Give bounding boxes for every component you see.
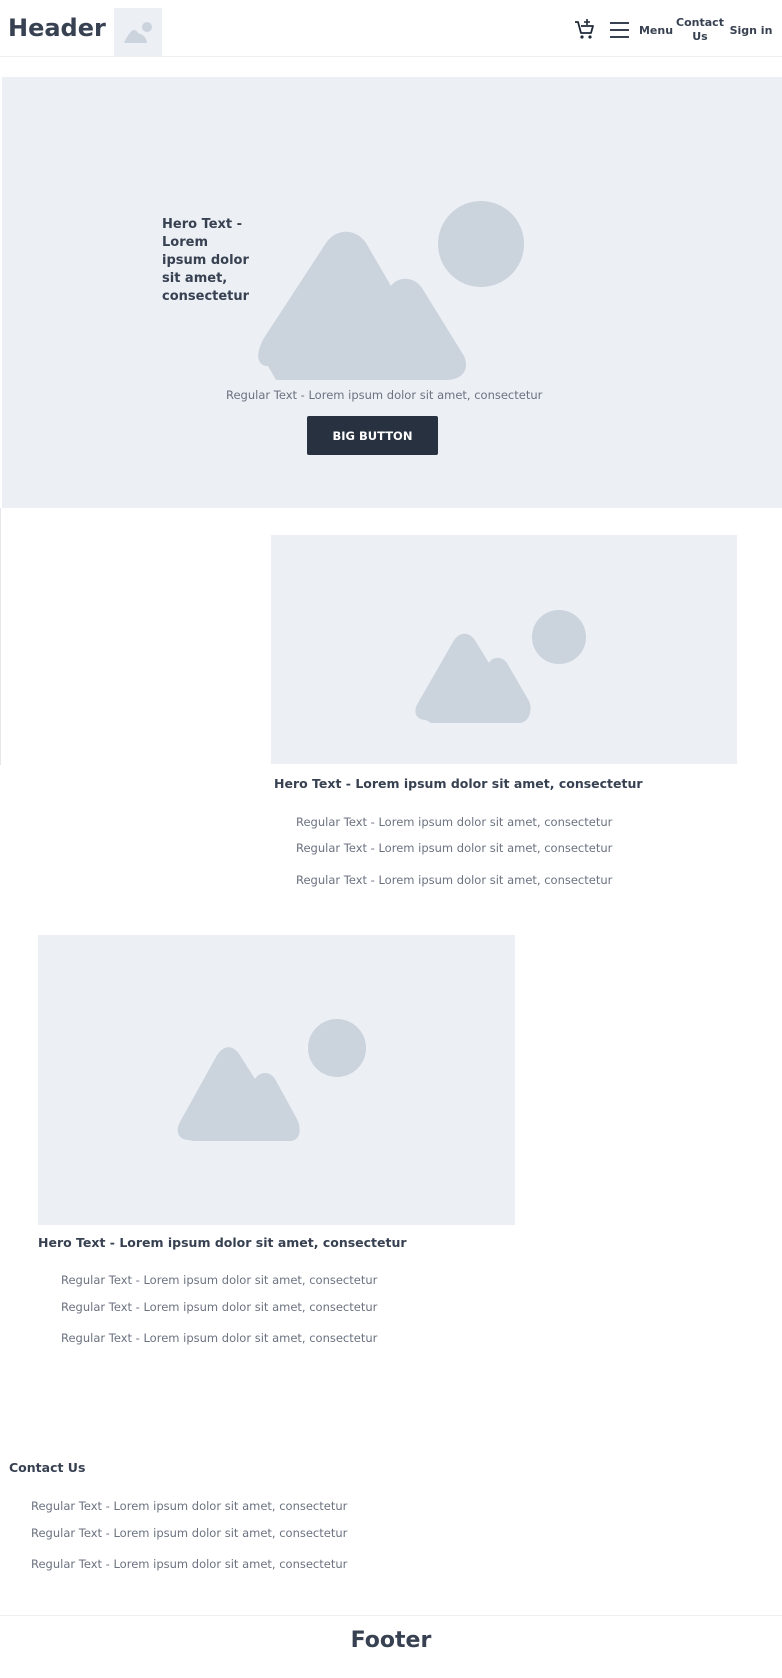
hero-text: Regular Text - Lorem ipsum dolor sit ame… (226, 388, 543, 402)
image-placeholder-icon (177, 1019, 366, 1141)
contact-line-2: Regular Text - Lorem ipsum dolor sit ame… (31, 1526, 348, 1540)
hero-title: Hero Text - Lorem ipsum dolor sit amet, … (162, 217, 250, 304)
section1-image (271, 535, 737, 764)
sign-in-link[interactable]: Sign in (723, 24, 779, 38)
cart-add-icon[interactable] (573, 18, 597, 46)
contact-line-1: Regular Text - Lorem ipsum dolor sit ame… (31, 1499, 348, 1513)
section1-title: Hero Text - Lorem ipsum dolor sit amet, … (274, 776, 643, 791)
divider (0, 508, 1, 765)
hamburger-icon[interactable] (609, 20, 631, 44)
footer-title: Footer (350, 1628, 432, 1653)
image-placeholder-icon (415, 610, 586, 723)
image-placeholder-icon (124, 22, 152, 43)
brand-title[interactable]: Header 2 (8, 14, 131, 42)
contact-line-3: Regular Text - Lorem ipsum dolor sit ame… (31, 1557, 348, 1571)
section1-line-1: Regular Text - Lorem ipsum dolor sit ame… (296, 815, 613, 829)
hero-image-icon (256, 198, 526, 388)
contact-title: Contact Us (9, 1460, 86, 1475)
section1-line-3: Regular Text - Lorem ipsum dolor sit ame… (296, 873, 613, 887)
logo-image (114, 8, 162, 56)
footer-divider (0, 1615, 782, 1616)
menu-link[interactable]: Menu (636, 24, 676, 38)
section1-line-2: Regular Text - Lorem ipsum dolor sit ame… (296, 841, 613, 855)
big-button[interactable]: BIG BUTTON (307, 416, 438, 455)
section2-title: Hero Text - Lorem ipsum dolor sit amet, … (38, 1235, 407, 1250)
contact-us-link[interactable]: Contact Us (676, 16, 724, 44)
section2-line-3: Regular Text - Lorem ipsum dolor sit ame… (61, 1331, 378, 1345)
section2-line-1: Regular Text - Lorem ipsum dolor sit ame… (61, 1273, 378, 1287)
section2-image (38, 935, 515, 1225)
section2-line-2: Regular Text - Lorem ipsum dolor sit ame… (61, 1300, 378, 1314)
